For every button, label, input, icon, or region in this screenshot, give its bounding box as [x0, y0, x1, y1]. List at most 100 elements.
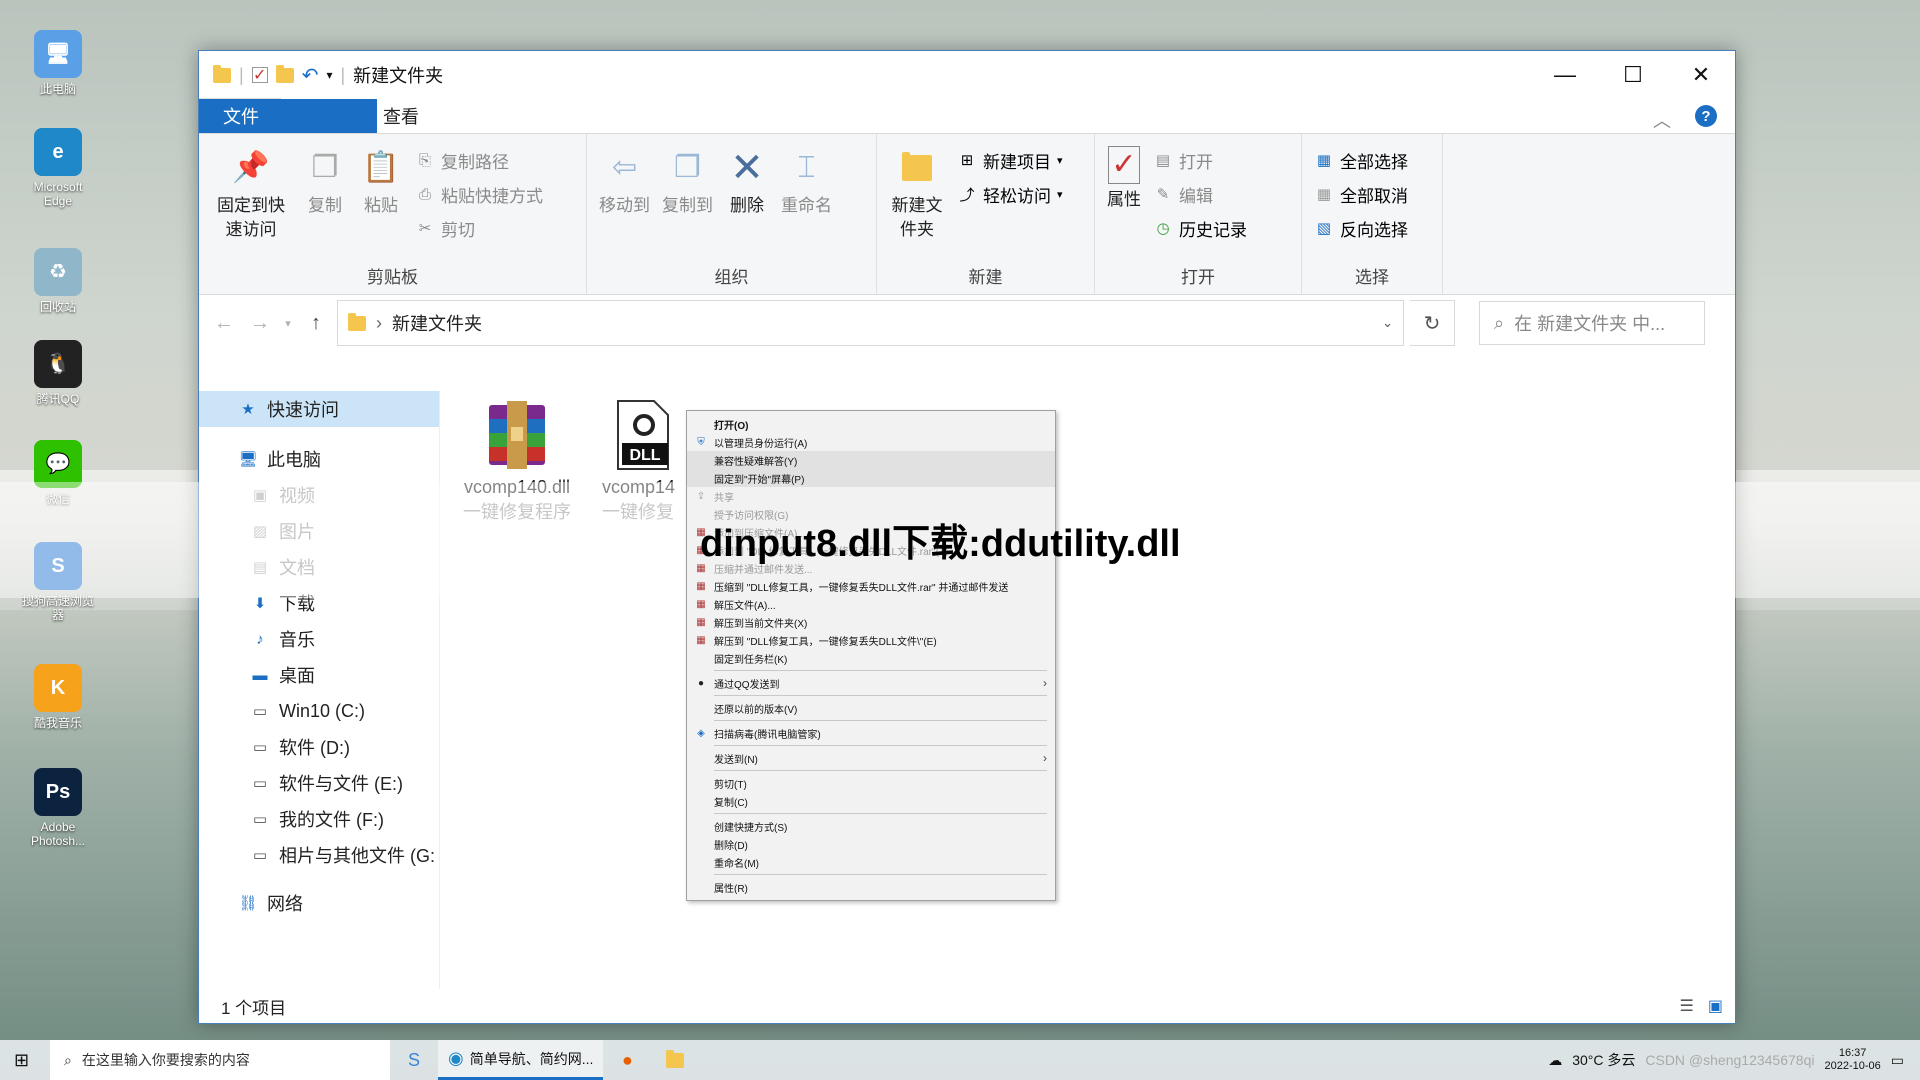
- close-button[interactable]: ✕: [1667, 51, 1735, 99]
- desktop-icon[interactable]: K 酷我音乐: [20, 664, 96, 730]
- new-folder-icon: [895, 146, 939, 190]
- search-icon: ⌕: [1494, 312, 1505, 333]
- new-group-label: 新建: [968, 268, 1003, 287]
- large-icons-view-icon[interactable]: ▣: [1708, 996, 1723, 1016]
- context-menu-item[interactable]: ● 通过QQ发送到 ›: [687, 674, 1055, 692]
- open-group-label: 打开: [1181, 268, 1215, 287]
- taskbar-search[interactable]: ⌕ 在这里输入你要搜索的内容: [50, 1040, 390, 1080]
- breadcrumb-current[interactable]: 新建文件夹: [392, 310, 482, 336]
- weather-text: 30°C 多云: [1572, 1052, 1636, 1068]
- context-menu-item[interactable]: 固定到"开始"屏幕(P): [687, 469, 1055, 487]
- desktop-icon-label: Microsoft Edge: [33, 180, 83, 208]
- up-arrow-icon[interactable]: ↑: [301, 312, 331, 335]
- sogou-browser-icon[interactable]: S: [390, 1040, 438, 1080]
- context-menu-item[interactable]: ▦ 压缩到 "DLL修复工具，一键修复丢失DLL文件.rar" 并通过邮件发送: [687, 577, 1055, 595]
- firefox-icon[interactable]: ●: [603, 1040, 651, 1080]
- context-menu-item[interactable]: 打开(O): [687, 415, 1055, 433]
- context-menu-item[interactable]: ◈ 扫描病毒(腾讯电脑管家): [687, 724, 1055, 742]
- search-box[interactable]: ⌕ 在 新建文件夹 中...: [1479, 301, 1705, 345]
- edit-button[interactable]: ✎ 编辑: [1153, 180, 1247, 208]
- desktop-icon[interactable]: 🐧 腾讯QQ: [20, 340, 96, 406]
- context-menu-item[interactable]: ⇪ 共享: [687, 487, 1055, 505]
- properties-check-icon[interactable]: ✓: [251, 67, 268, 84]
- help-icon[interactable]: ?: [1695, 105, 1717, 127]
- nav-item[interactable]: ♪ 音乐: [199, 621, 439, 657]
- context-menu-item[interactable]: 发送到(N) ›: [687, 749, 1055, 767]
- nav-item[interactable]: ▭ Win10 (C:): [199, 693, 439, 729]
- back-arrow-icon[interactable]: ←: [209, 312, 239, 335]
- context-menu-item[interactable]: 固定到任务栏(K): [687, 649, 1055, 667]
- properties-check-icon: ✓: [1108, 146, 1140, 184]
- desktop-icon[interactable]: 🖥 此电脑: [20, 30, 96, 96]
- context-menu-item[interactable]: 复制(C): [687, 792, 1055, 810]
- context-menu-item[interactable]: 还原以前的版本(V): [687, 699, 1055, 717]
- history-button[interactable]: ◷ 历史记录: [1153, 214, 1247, 242]
- undo-icon[interactable]: ↶: [302, 63, 319, 88]
- taskbar-app-edge[interactable]: ◉ 简单导航、简约网...: [438, 1040, 604, 1080]
- context-menu-label: 还原以前的版本(V): [714, 704, 798, 716]
- tab-file[interactable]: 文件: [199, 99, 377, 133]
- edit-icon: ✎: [1156, 186, 1170, 203]
- taskbar: ⊞ ⌕ 在这里输入你要搜索的内容 S ◉ 简单导航、简约网... ● ☁ 30°…: [0, 1040, 1920, 1080]
- nav-item[interactable]: ▭ 相片与其他文件 (G:: [199, 837, 439, 873]
- desktop-icon[interactable]: Ps Adobe Photosh...: [20, 768, 96, 848]
- invert-selection-button[interactable]: ▧ 反向选择: [1314, 214, 1408, 242]
- delete-x-icon: ✕: [730, 146, 764, 190]
- context-menu-label: 固定到任务栏(K): [714, 654, 788, 666]
- select-all-button[interactable]: ▦ 全部选择: [1314, 146, 1408, 174]
- notification-icon[interactable]: ▭: [1891, 1052, 1904, 1069]
- copy-path-label: 复制路径: [441, 152, 509, 172]
- maximize-button[interactable]: ☐: [1599, 51, 1667, 99]
- address-history-chevron-icon[interactable]: ⌄: [1382, 315, 1393, 331]
- invert-selection-label: 反向选择: [1340, 220, 1408, 240]
- new-folder-icon[interactable]: [275, 64, 294, 83]
- copy-path-button[interactable]: ⎘ 复制路径: [415, 146, 543, 174]
- select-none-label: 全部取消: [1340, 186, 1408, 206]
- desktop-icon[interactable]: e Microsoft Edge: [20, 128, 96, 208]
- context-menu-item[interactable]: 属性(R): [687, 878, 1055, 896]
- new-folder-label: 新建文件夹: [891, 196, 943, 239]
- recycle-bin-icon: ♻: [34, 248, 82, 296]
- nav-item[interactable]: ▭ 我的文件 (F:): [199, 801, 439, 837]
- collapse-ribbon-icon[interactable]: ︿: [1653, 107, 1671, 133]
- details-view-icon[interactable]: ☰: [1680, 996, 1694, 1016]
- context-menu-item[interactable]: 剪切(T): [687, 774, 1055, 792]
- address-bar[interactable]: › 新建文件夹 ⌄: [337, 300, 1404, 346]
- nav-item[interactable]: ▭ 软件 (D:): [199, 729, 439, 765]
- context-menu-item[interactable]: 删除(D): [687, 835, 1055, 853]
- context-menu-item[interactable]: 重命名(M): [687, 853, 1055, 871]
- nav-item[interactable]: ▬ 桌面: [199, 657, 439, 693]
- open-button[interactable]: ▤ 打开: [1153, 146, 1247, 174]
- watermark-text: CSDN @sheng12345678qi: [1645, 1052, 1815, 1068]
- forward-arrow-icon[interactable]: →: [245, 312, 275, 335]
- easy-access-button[interactable]: ⤴ 轻松访问 ▾: [957, 180, 1062, 208]
- clock[interactable]: 16:37 2022-10-06: [1824, 1047, 1880, 1073]
- nav-item[interactable]: ★ 快速访问: [199, 391, 439, 427]
- select-none-button[interactable]: ▦ 全部取消: [1314, 180, 1408, 208]
- desktop-icon[interactable]: ♻ 回收站: [20, 248, 96, 314]
- customize-toolbar-icon[interactable]: ▾: [326, 68, 332, 82]
- context-menu-item[interactable]: ▦ 解压文件(A)...: [687, 595, 1055, 613]
- navigation-pane: ★ 快速访问 🖥 此电脑 ▣ 视频 ▨ 图片 ▤ 文档 ⬇ 下载 ♪ 音乐 ▬ 桌面 ▭ Win10 (C:) ▭ 软…: [199, 391, 440, 989]
- nav-item[interactable]: ⛓ 网络: [199, 885, 439, 921]
- context-menu-label: 解压文件(A)...: [714, 600, 776, 612]
- context-menu-item[interactable]: 兼容性疑难解答(Y): [687, 451, 1055, 469]
- context-menu-item[interactable]: ⛨ 以管理员身份运行(A): [687, 433, 1055, 451]
- context-menu-label: 共享: [714, 492, 734, 504]
- refresh-button[interactable]: ↻: [1410, 300, 1455, 346]
- new-item-button[interactable]: ⊞ 新建项目 ▾: [957, 146, 1063, 174]
- paste-icon: 📋: [362, 151, 400, 184]
- nav-item-label: 软件 (D:): [279, 738, 350, 758]
- nav-item[interactable]: 🖥 此电脑: [199, 441, 439, 477]
- context-menu-item[interactable]: ▦ 解压到当前文件夹(X): [687, 613, 1055, 631]
- copy-label: 复制: [308, 196, 342, 215]
- recent-locations-icon[interactable]: ▾: [281, 317, 295, 330]
- paste-shortcut-button[interactable]: ⎙ 粘贴快捷方式: [415, 180, 543, 208]
- cut-button[interactable]: ✂ 剪切: [415, 214, 543, 242]
- windows-start-icon[interactable]: ⊞: [14, 1050, 29, 1071]
- context-menu-item[interactable]: ▦ 解压到 "DLL修复工具，一键修复丢失DLL文件\"(E): [687, 631, 1055, 649]
- nav-item[interactable]: ▭ 软件与文件 (E:): [199, 765, 439, 801]
- context-menu-item[interactable]: 创建快捷方式(S): [687, 817, 1055, 835]
- minimize-button[interactable]: —: [1531, 51, 1599, 99]
- file-explorer-icon[interactable]: [651, 1040, 699, 1080]
